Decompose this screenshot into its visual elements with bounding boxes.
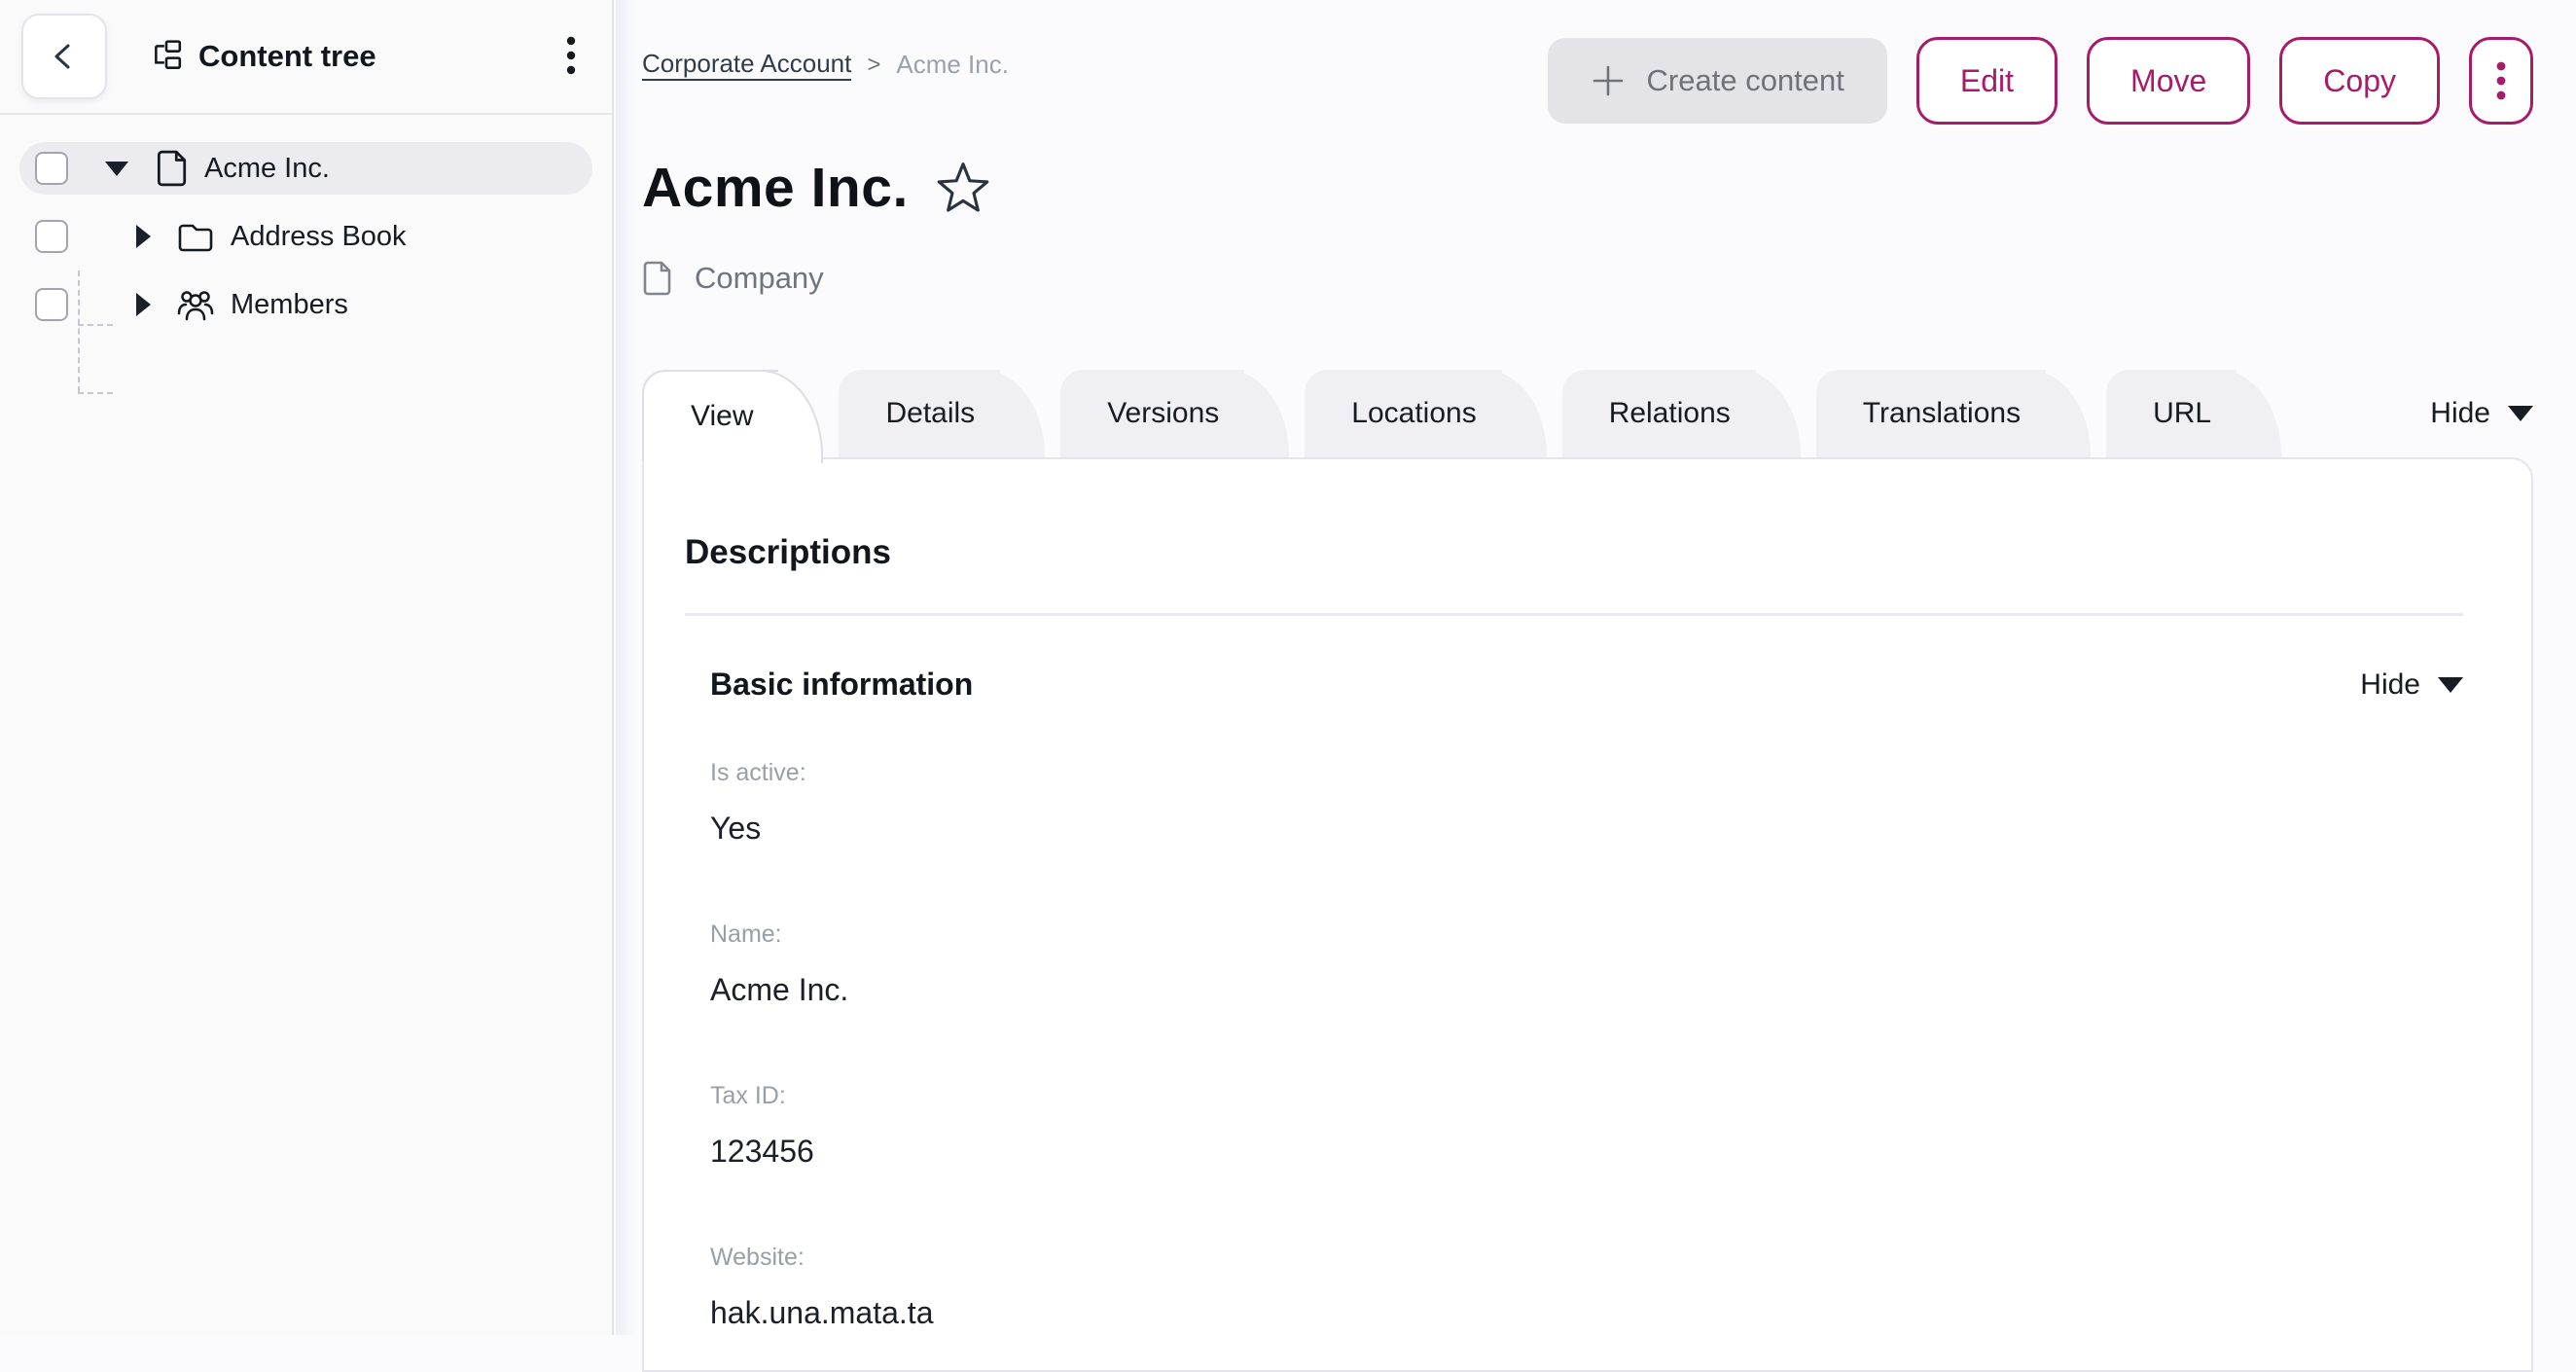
tab-url[interactable]: URL: [2106, 370, 2236, 457]
create-content-label: Create content: [1647, 63, 1844, 98]
kebab-icon: [2495, 57, 2507, 104]
tab-locations[interactable]: Locations: [1305, 370, 1501, 457]
title-row: Acme Inc.: [642, 156, 2576, 220]
hide-group-label: Hide: [2360, 668, 2420, 702]
caret-down-icon: [2508, 406, 2533, 421]
hide-group-toggle[interactable]: Hide: [2360, 668, 2463, 702]
breadcrumb: Corporate Account > Acme Inc.: [642, 49, 1009, 81]
field-label: Is active:: [710, 759, 2463, 787]
section-divider: [685, 613, 2463, 616]
tab-list: View Details Versions Locations Relation…: [642, 370, 2430, 457]
sidebar-title-wrap: Content tree: [150, 39, 559, 74]
tree-item-checkbox[interactable]: [35, 220, 68, 253]
field-is-active: Is active: Yes: [685, 759, 2463, 847]
caret-down-icon[interactable]: [105, 162, 128, 176]
caret-right-icon[interactable]: [136, 225, 151, 248]
content-type-row: Company: [642, 261, 2576, 296]
sidebar-kebab-menu-button[interactable]: [559, 28, 583, 86]
tab-relations[interactable]: Relations: [1562, 370, 1756, 457]
main-content: Corporate Account > Acme Inc. Create con…: [637, 0, 2576, 1335]
content-tree-sidebar: Content tree: [0, 0, 614, 1335]
users-icon: [176, 286, 215, 323]
tab-view[interactable]: View: [642, 370, 778, 461]
group-header: Basic information Hide: [685, 667, 2463, 703]
tree-item-label: Address Book: [231, 221, 407, 253]
caret-down-icon: [2438, 677, 2463, 693]
plus-icon: [1591, 63, 1626, 98]
panel-inner: Descriptions Basic information Hide Is a…: [644, 459, 2531, 1331]
tab-details[interactable]: Details: [839, 370, 1000, 457]
topbar: Corporate Account > Acme Inc. Create con…: [637, 0, 2576, 125]
bookmark-star-icon[interactable]: [936, 161, 990, 215]
tabs-row: View Details Versions Locations Relation…: [642, 370, 2533, 457]
action-buttons: Create content Edit Move Copy: [1548, 37, 2533, 125]
create-content-button[interactable]: Create content: [1548, 38, 1887, 124]
tree-item-address-book[interactable]: Address Book: [19, 210, 592, 263]
sidebar-title: Content tree: [198, 39, 376, 74]
content-tree: Acme Inc. Address Book: [0, 115, 612, 331]
file-icon: [642, 261, 673, 296]
tab-versions[interactable]: Versions: [1060, 370, 1244, 457]
section-title: Descriptions: [685, 533, 2463, 572]
kebab-icon: [565, 34, 577, 77]
content-type-label: Company: [695, 261, 824, 296]
tree-item-acme-inc[interactable]: Acme Inc.: [19, 142, 592, 195]
field-website: Website: hak.una.mata.ta: [685, 1244, 2463, 1331]
collapse-sidebar-button[interactable]: [21, 14, 107, 99]
hide-tabs-label: Hide: [2430, 397, 2490, 430]
field-name: Name: Acme Inc.: [685, 921, 2463, 1008]
field-label: Tax ID:: [710, 1082, 2463, 1110]
breadcrumb-parent-link[interactable]: Corporate Account: [642, 49, 851, 81]
sidebar-resize-gutter[interactable]: [616, 0, 637, 1335]
field-label: Name:: [710, 921, 2463, 949]
breadcrumb-separator: >: [867, 52, 880, 79]
folder-icon: [176, 220, 215, 253]
tree-item-label: Members: [231, 289, 348, 321]
tree-item-checkbox[interactable]: [35, 152, 68, 185]
more-actions-button[interactable]: [2469, 37, 2533, 125]
chevron-left-icon: [47, 39, 82, 74]
field-value: 123456: [710, 1134, 2463, 1170]
move-button[interactable]: Move: [2087, 37, 2250, 125]
tree-connector-line: [78, 392, 113, 394]
caret-right-icon[interactable]: [136, 293, 151, 316]
content-tree-icon: [150, 40, 183, 73]
page-title: Acme Inc.: [642, 156, 909, 220]
field-tax-id: Tax ID: 123456: [685, 1082, 2463, 1170]
view-panel: Descriptions Basic information Hide Is a…: [642, 457, 2533, 1372]
tree-item-label: Acme Inc.: [204, 153, 330, 185]
field-value: Acme Inc.: [710, 972, 2463, 1008]
group-title: Basic information: [710, 667, 973, 703]
file-icon: [154, 150, 189, 187]
hide-tabs-toggle[interactable]: Hide: [2430, 397, 2533, 430]
edit-button[interactable]: Edit: [1916, 37, 2057, 125]
tree-item-members[interactable]: Members: [19, 278, 592, 331]
copy-button[interactable]: Copy: [2279, 37, 2440, 125]
sidebar-header: Content tree: [0, 0, 612, 115]
field-value: Yes: [710, 811, 2463, 847]
field-label: Website:: [710, 1244, 2463, 1272]
tab-translations[interactable]: Translations: [1816, 370, 2046, 457]
breadcrumb-current: Acme Inc.: [896, 50, 1009, 80]
field-value: hak.una.mata.ta: [710, 1295, 2463, 1331]
tree-item-checkbox[interactable]: [35, 288, 68, 321]
